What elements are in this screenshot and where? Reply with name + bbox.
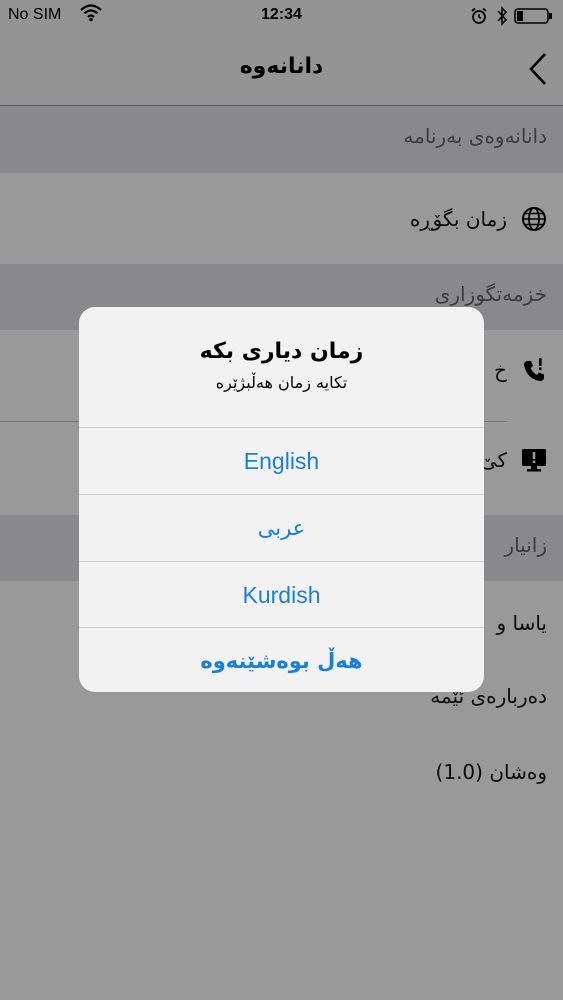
alert-title: زمان دیاری بکە <box>199 339 364 364</box>
language-option-english[interactable]: English <box>79 427 484 494</box>
language-option-kurdish[interactable]: Kurdish <box>79 561 484 628</box>
language-alert-dialog: زمان دیاری بکە تکایە زمان هەڵبژێرە Engli… <box>79 307 484 692</box>
alert-message: تکایە زمان هەڵبژێرە <box>215 373 348 392</box>
language-option-arabic[interactable]: عربى <box>79 494 484 561</box>
cancel-button[interactable]: هەڵ بوەشێنەوە <box>79 627 484 692</box>
